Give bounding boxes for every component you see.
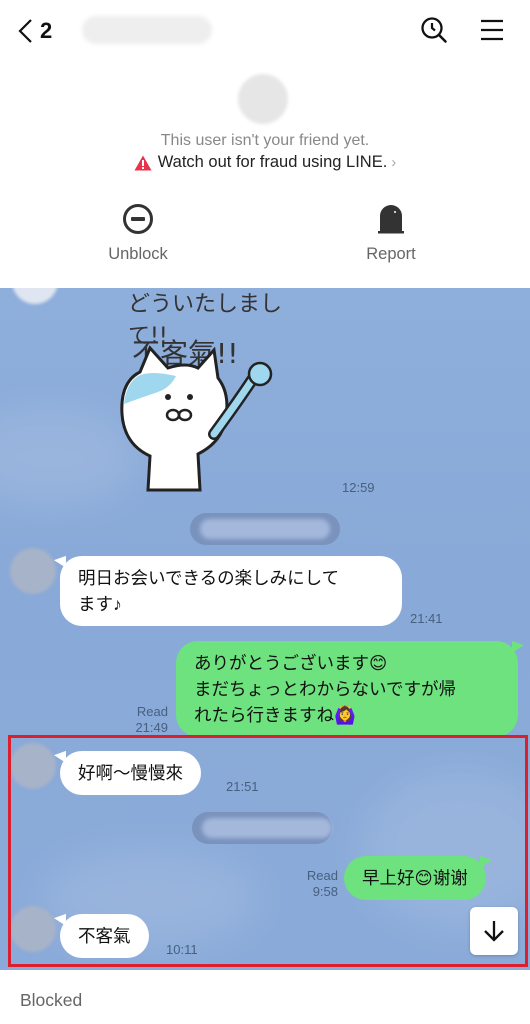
message-time: 21:41: [410, 611, 443, 626]
arrow-down-icon: [484, 921, 504, 942]
cat-sticker[interactable]: どういたしまして!! 不客氣!!: [110, 288, 310, 494]
message-text: まだちょっとわからないですが帰: [194, 679, 456, 699]
message-time: 10:11: [166, 942, 198, 957]
message-text: 好啊～慢慢來: [78, 763, 183, 783]
incoming-message-bubble[interactable]: 好啊～慢慢來: [60, 751, 201, 795]
read-receipt: Read 21:49: [118, 704, 168, 736]
read-label: Read: [306, 868, 338, 883]
message-time: 9:58: [312, 884, 338, 899]
sender-avatar[interactable]: [10, 548, 56, 594]
contact-name-redacted: [82, 16, 212, 44]
message-text: ありがとうございます😊: [194, 653, 388, 673]
menu-button[interactable]: [476, 14, 508, 46]
chat-header: 2: [0, 0, 530, 62]
unblock-label: Unblock: [108, 245, 168, 263]
unblock-icon: [123, 204, 153, 234]
incoming-message-bubble[interactable]: 明日お会いできるの楽しみにして ます♪: [60, 556, 402, 626]
message-text: 不客氣: [78, 926, 131, 946]
message-text: 明日お会いできるの楽しみにして: [78, 568, 340, 588]
contact-avatar[interactable]: [238, 74, 288, 124]
date-separator: [192, 812, 332, 844]
report-icon: [378, 205, 404, 234]
search-history-icon: [421, 17, 447, 43]
date-separator: [190, 513, 340, 545]
fraud-warning-text: Watch out for fraud using LINE.: [157, 153, 388, 171]
sender-avatar[interactable]: [12, 288, 58, 304]
read-receipt: Read 9:58: [288, 868, 338, 900]
report-button[interactable]: Report: [321, 202, 461, 264]
message-text: ます♪: [78, 594, 122, 614]
read-label: Read: [136, 704, 168, 719]
message-time: 12:59: [342, 480, 375, 495]
message-text: 早上好😊谢谢: [362, 868, 468, 888]
sender-avatar[interactable]: [10, 906, 56, 952]
incoming-message-bubble[interactable]: 不客氣: [60, 914, 149, 958]
hamburger-menu-icon: [481, 19, 503, 41]
not-friend-text: This user isn't your friend yet.: [160, 132, 370, 149]
search-button[interactable]: [418, 14, 450, 46]
non-friend-notice: This user isn't your friend yet. Watch o…: [0, 62, 530, 288]
report-label: Report: [366, 245, 416, 263]
chevron-right-icon: ›: [391, 154, 397, 171]
sender-avatar[interactable]: [10, 743, 56, 789]
scroll-to-bottom-button[interactable]: [470, 907, 518, 955]
outgoing-message-bubble[interactable]: 早上好😊谢谢: [344, 856, 486, 900]
cat-illustration: [120, 345, 273, 492]
message-time: 21:49: [135, 720, 168, 735]
blocked-footer: Blocked: [0, 970, 530, 1024]
message-text: れたら行きますね🙆‍♀️: [194, 705, 356, 725]
back-button[interactable]: 2: [16, 14, 52, 48]
unblock-button[interactable]: Unblock: [68, 202, 208, 264]
message-time: 21:51: [226, 779, 259, 794]
unread-count: 2: [40, 18, 53, 43]
blocked-status: Blocked: [20, 990, 83, 1010]
outgoing-message-bubble[interactable]: ありがとうございます😊 まだちょっとわからないですが帰 れたら行きますね🙆‍♀️: [176, 641, 518, 737]
chevron-left-icon: [18, 19, 32, 43]
chat-messages[interactable]: どういたしまして!! 不客氣!! 12:59 明日お会いできるの楽しみにして ま…: [0, 288, 530, 970]
fraud-warning-link[interactable]: Watch out for fraud using LINE. ›: [0, 153, 530, 172]
warning-icon: [134, 155, 152, 170]
